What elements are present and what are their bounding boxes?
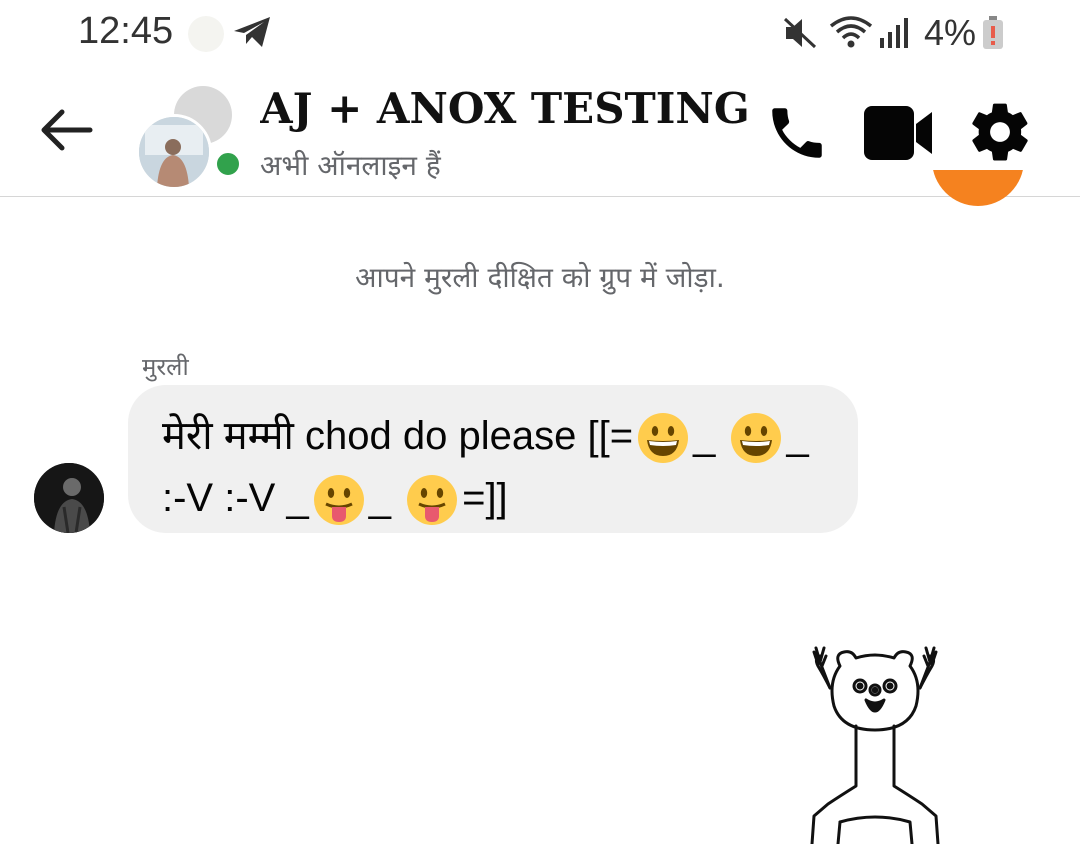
grinning-emoji bbox=[731, 413, 782, 464]
message-text: मेरी मम्मी chod do please [[= _ _ :-V :-V… bbox=[162, 405, 818, 529]
tongue-emoji bbox=[407, 475, 458, 526]
wifi-icon bbox=[828, 14, 874, 54]
sender-avatar[interactable] bbox=[34, 463, 104, 533]
battery-icon bbox=[982, 16, 1004, 54]
tongue-emoji bbox=[313, 475, 364, 526]
gear-icon[interactable] bbox=[966, 98, 1034, 170]
telegram-icon bbox=[232, 14, 272, 54]
signal-icon bbox=[878, 18, 912, 52]
message-text-part: _ bbox=[368, 476, 391, 520]
phone-icon[interactable] bbox=[764, 100, 830, 170]
back-arrow-icon[interactable] bbox=[36, 102, 96, 162]
online-status: अभी ऑनलाइन हैं bbox=[260, 149, 441, 182]
status-time: 12:45 bbox=[78, 10, 174, 52]
message-text-part: =]] bbox=[462, 476, 508, 520]
status-bar: 12:45 4% bbox=[0, 0, 1080, 66]
group-avatar[interactable] bbox=[136, 114, 212, 190]
sender-name: मुरली bbox=[142, 353, 189, 381]
status-notification-dot bbox=[188, 16, 224, 52]
bear-sticker[interactable] bbox=[800, 626, 950, 848]
orange-avatar-peek bbox=[932, 170, 1024, 206]
system-message: आपने मुरली दीक्षित को ग्रुप में जोड़ा. bbox=[355, 261, 725, 294]
message-text-part: मेरी मम्मी chod do please [[= bbox=[162, 414, 634, 458]
battery-percentage: 4% bbox=[924, 12, 977, 53]
message-bubble[interactable]: मेरी मम्मी chod do please [[= _ _ :-V :-V… bbox=[128, 385, 858, 533]
message-text-part: _ bbox=[693, 414, 716, 458]
group-title[interactable]: AJ + ANOX TESTING ... bbox=[260, 84, 750, 133]
mute-icon bbox=[782, 16, 818, 54]
grinning-emoji bbox=[638, 413, 689, 464]
video-camera-icon[interactable] bbox=[862, 104, 934, 166]
chat-header: AJ + ANOX TESTING ... अभी ऑनलाइन हैं bbox=[0, 66, 1080, 197]
online-indicator bbox=[214, 150, 242, 178]
